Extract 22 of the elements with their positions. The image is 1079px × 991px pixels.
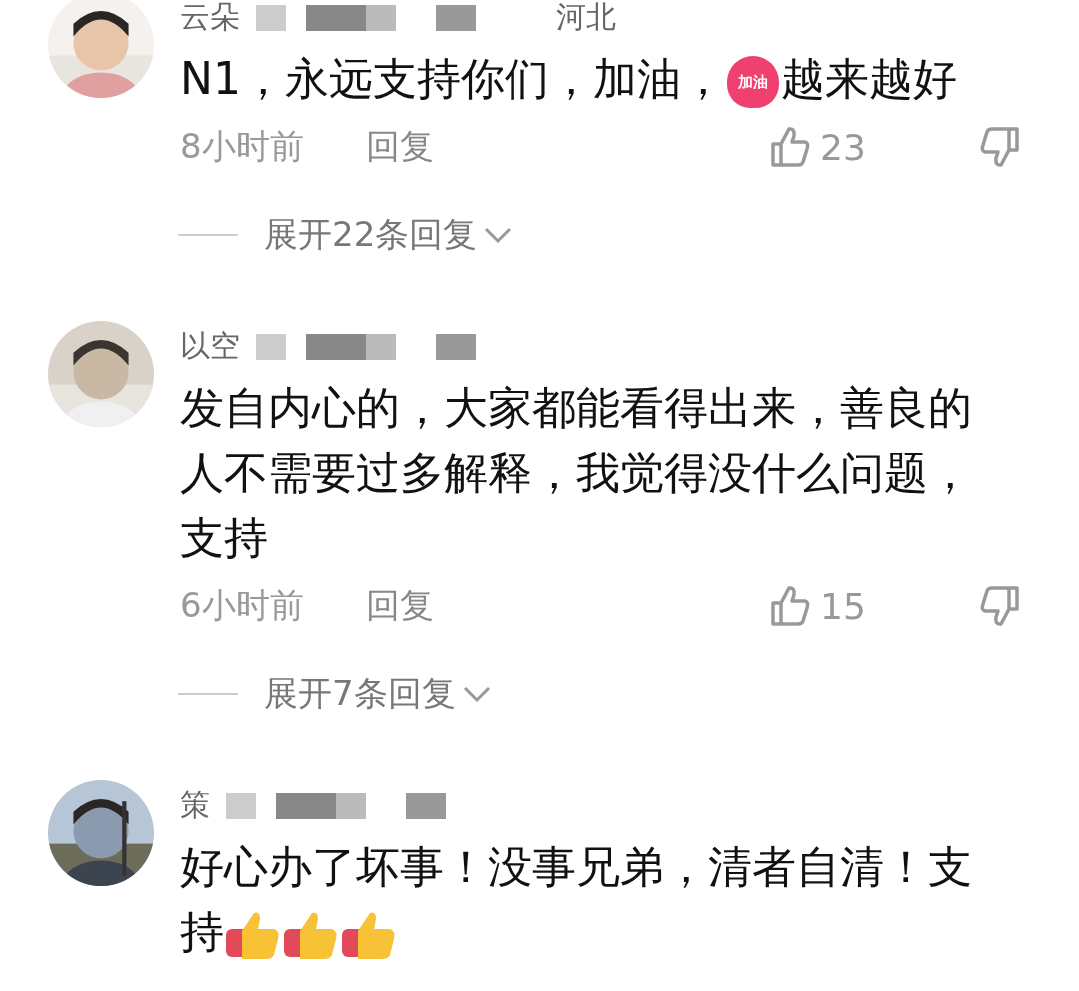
sticker: 加油: [726, 56, 779, 108]
reply-link[interactable]: 回复: [366, 124, 434, 170]
reply-link[interactable]: 回复: [366, 583, 434, 629]
chevron-down-icon: [483, 226, 514, 244]
expand-replies-button[interactable]: 展开7条回复: [264, 671, 492, 717]
location-text: 河北: [556, 0, 616, 36]
timestamp: 6小时前: [180, 584, 305, 627]
comment-text: N1，永远支持你们，加油， 加油 越来越好: [180, 46, 995, 111]
comment-text: 好心办了坏事！没事兄弟，清者自清！支持: [180, 834, 995, 964]
like-count: 15: [820, 585, 867, 627]
thumbs-down-icon[interactable]: [980, 585, 1020, 627]
username[interactable]: 以空: [180, 326, 240, 366]
expand-replies-button[interactable]: 展开22条回复: [264, 212, 514, 258]
thumbs-down-icon[interactable]: [980, 126, 1020, 168]
like-count: 23: [820, 126, 867, 168]
thumbs-up-icon[interactable]: [770, 126, 810, 168]
username[interactable]: 策: [180, 785, 210, 825]
chevron-down-icon: [461, 685, 492, 703]
thumbs-up-icon[interactable]: [770, 585, 810, 627]
comment-text: 发自内心的，大家都能看得出来，善良的人不需要过多解释，我觉得没什么问题，支持: [180, 381, 973, 565]
username[interactable]: 云朵: [180, 0, 240, 37]
timestamp: 8小时前: [180, 125, 305, 168]
